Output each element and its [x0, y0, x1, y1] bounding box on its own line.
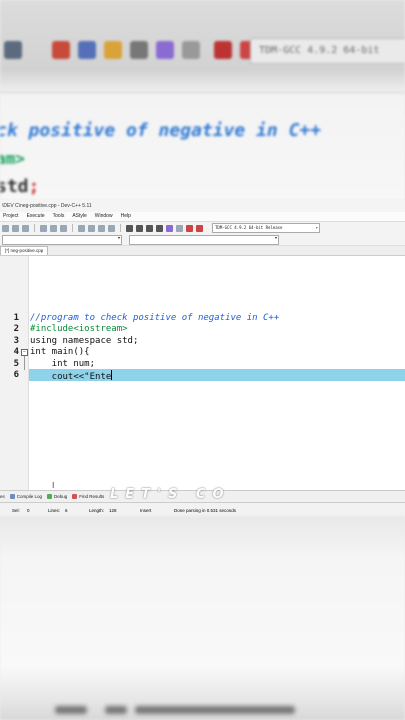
line-number: 1 [13, 313, 19, 323]
status-length-label: Length: [89, 507, 105, 513]
tab-compile-log-label: Compile Log [16, 494, 43, 499]
blurred-icon [78, 41, 96, 59]
background-bottom-blur [0, 516, 405, 720]
background-code-include: am> [0, 149, 25, 168]
toolbar-separator [34, 224, 35, 232]
tab-resources[interactable]: es [0, 494, 5, 499]
ide-window: \DEV C\neg-positive.cpp - Dev-C++ 5.11 P… [0, 200, 405, 515]
line-number: 5 [13, 359, 19, 369]
code-line-1: //program to check positive of negative … [30, 313, 280, 323]
background-zoomed-ide: TDM-GCC 4.9.2 64-bit ck positive of nega… [0, 0, 405, 200]
blurred-icon [52, 41, 70, 59]
line-number: 6 [13, 370, 19, 380]
video-watermark: LET'S CO [110, 487, 231, 502]
status-sel-value: 0 [27, 507, 30, 513]
code-line-5: int num; [30, 359, 96, 369]
compiler-select[interactable]: TDM-GCC 4.9.2 64-bit Release ▾ [212, 223, 320, 233]
background-select-bar [0, 70, 405, 93]
blurred-icon [156, 41, 174, 59]
menu-bar: Project Execute Tools AStyle Window Help [0, 212, 405, 221]
status-length-value: 128 [109, 507, 117, 513]
tab-debug-label: Debug [54, 494, 68, 499]
window-title: \DEV C\neg-positive.cpp - Dev-C++ 5.11 [0, 200, 405, 212]
menu-project[interactable]: Project [3, 212, 19, 221]
debug-icon [47, 494, 53, 499]
text-caret [111, 370, 113, 380]
redo-icon[interactable] [22, 224, 29, 232]
status-sel-label: Sel: [12, 507, 20, 513]
undo-icon[interactable] [12, 224, 19, 232]
menu-astyle[interactable]: AStyle [72, 212, 86, 221]
chevron-down-icon: ▾ [117, 234, 120, 240]
blurred-icon [4, 41, 22, 59]
member-select[interactable]: ▾ [129, 234, 279, 245]
mouse-ibeam-cursor-icon: I [52, 481, 55, 490]
check-icon[interactable] [166, 224, 173, 232]
chevron-down-icon: ▾ [315, 225, 318, 230]
line-number: 2 [13, 324, 19, 334]
status-lines-value: 6 [65, 507, 68, 513]
compile-icon[interactable] [126, 224, 133, 232]
background-compiler-combo: TDM-GCC 4.9.2 64-bit [250, 38, 405, 64]
find-icon[interactable] [40, 224, 47, 232]
compiler-select-value: TDM-GCC 4.9.2 64-bit Release [215, 225, 283, 230]
blurred-text [105, 706, 127, 714]
run-icon[interactable] [136, 224, 143, 232]
chevron-down-icon: ▾ [274, 234, 277, 240]
background-code-comment: ck positive of negative in C++ [0, 120, 322, 141]
status-bar: Sel: 0 Lines: 6 Length: 128 Insert Done … [0, 502, 405, 517]
menu-execute[interactable]: Execute [27, 212, 45, 221]
status-message: Done parsing in 0.531 seconds [174, 507, 237, 513]
menu-window[interactable]: Window [95, 212, 113, 221]
code-line-3: using namespace std; [30, 336, 139, 346]
class-select[interactable]: ▾ [2, 234, 122, 245]
menu-tools[interactable]: Tools [53, 212, 65, 221]
blurred-text [135, 706, 295, 714]
bookmark-icon[interactable] [98, 224, 105, 232]
class-toolbar: ▾ ▾ [0, 234, 405, 246]
tab-resources-label: es [0, 494, 5, 499]
main-toolbar: TDM-GCC 4.9.2 64-bit Release ▾ [0, 221, 405, 234]
indent-icon[interactable] [78, 224, 85, 232]
toggle-comment-icon[interactable] [108, 224, 115, 232]
profile-icon[interactable] [196, 224, 203, 232]
tab-compile-log[interactable]: Compile Log [9, 494, 43, 499]
blurred-icon [104, 41, 122, 59]
code-line-6: cout<<"Ente [30, 370, 113, 383]
fold-toggle-icon[interactable]: − [21, 349, 28, 356]
tab-find-results-label: Find Results [79, 494, 105, 499]
unindent-icon[interactable] [88, 224, 95, 232]
replace-icon[interactable] [50, 224, 57, 232]
line-number: 3 [13, 336, 19, 346]
compile-log-icon [9, 494, 15, 499]
blurred-icon [130, 41, 148, 59]
blurred-icon [214, 41, 232, 59]
tab-find-results[interactable]: Find Results [72, 494, 104, 499]
code-editor[interactable]: 1 2 3 4 5 6 − //program to check positiv… [0, 256, 405, 490]
code-line-2: #include<iostream> [30, 324, 128, 334]
compile-run-icon[interactable] [146, 224, 153, 232]
print-icon[interactable] [2, 224, 9, 232]
stop-icon[interactable] [176, 224, 183, 232]
goto-icon[interactable] [60, 224, 67, 232]
background-code-namespace: std; [0, 176, 40, 197]
status-mode: Insert [140, 507, 152, 513]
menu-help[interactable]: Help [121, 212, 131, 221]
toolbar-separator [72, 224, 73, 232]
rebuild-icon[interactable] [156, 224, 163, 232]
status-lines-label: Lines: [48, 507, 61, 513]
file-tab-strip: [*] neg-positive.cpp [0, 246, 405, 256]
tab-neg-positive[interactable]: [*] neg-positive.cpp [0, 246, 49, 255]
tab-debug[interactable]: Debug [47, 494, 67, 499]
find-results-icon [72, 494, 78, 499]
line-number: 4 [13, 347, 19, 357]
fold-line [24, 356, 25, 370]
background-status-blur [0, 698, 405, 720]
debug-icon[interactable] [186, 224, 193, 232]
code-line-6-text: cout<<"Ente [30, 372, 112, 382]
blurred-icon [182, 41, 200, 59]
toolbar-separator [120, 224, 121, 232]
code-line-4: int main(){ [30, 347, 90, 357]
blurred-text [55, 706, 87, 714]
